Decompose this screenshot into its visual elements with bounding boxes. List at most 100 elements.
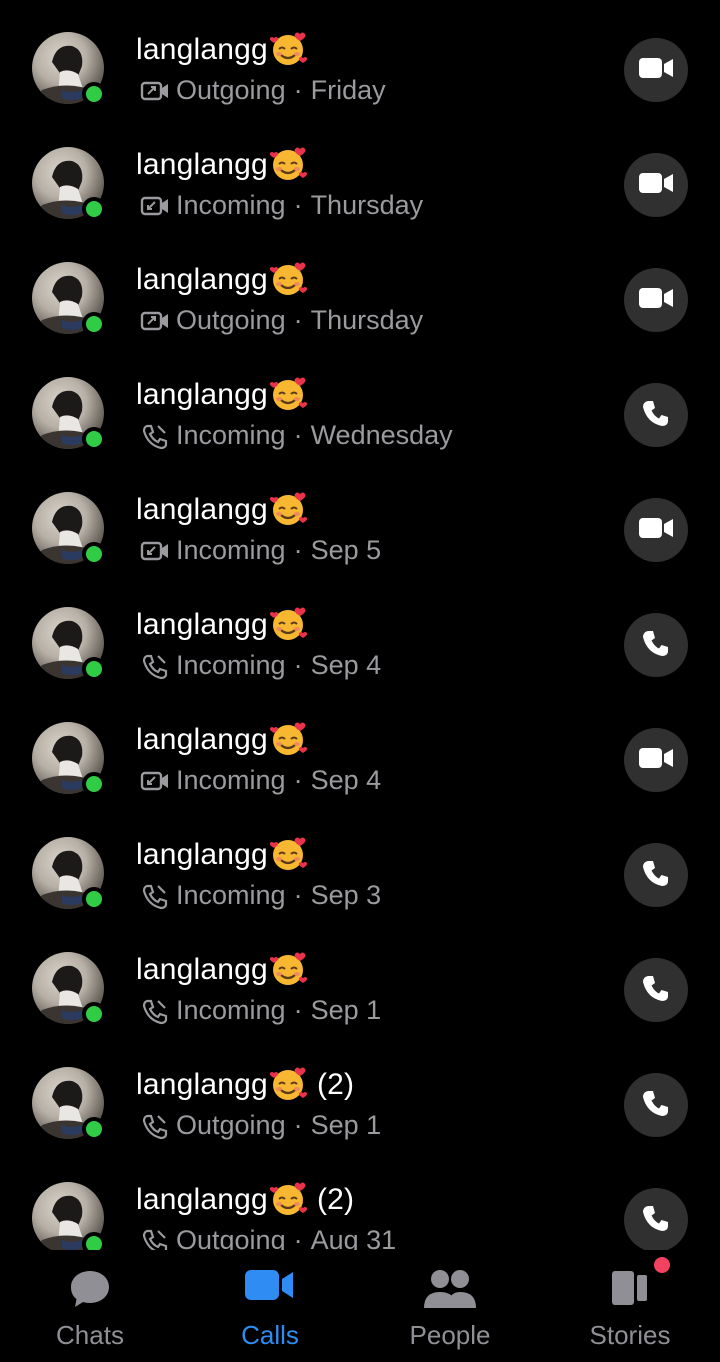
video-call-button[interactable] — [624, 728, 688, 792]
video-camera-icon — [639, 171, 673, 200]
avatar[interactable] — [32, 722, 106, 796]
call-row-3[interactable]: langlangg Incoming · Wednesday — [0, 345, 720, 460]
contact-name: langlangg — [136, 490, 309, 527]
call-row-4[interactable]: langlangg Incoming · Sep 5 — [0, 460, 720, 575]
video-call-button[interactable] — [624, 153, 688, 217]
contact-count: (2) — [316, 1183, 355, 1216]
tab-calls[interactable]: Calls — [180, 1250, 360, 1362]
separator-dot: · — [293, 995, 303, 1025]
call-direction: Outgoing — [176, 305, 286, 335]
call-details: Outgoing · Aug 31 — [140, 1225, 396, 1250]
contact-name: langlangg — [136, 375, 309, 412]
call-row-6[interactable]: langlangg Incoming · Sep 4 — [0, 690, 720, 805]
tab-stories[interactable]: Stories — [540, 1250, 720, 1362]
call-direction: Incoming — [176, 995, 286, 1025]
video-call-icon — [140, 766, 170, 796]
online-status-dot — [82, 1232, 106, 1250]
call-row-1[interactable]: langlangg Incoming · Thursday — [0, 115, 720, 230]
contact-name-text: langlangg — [136, 493, 268, 526]
call-details: Incoming · Sep 4 — [140, 765, 381, 796]
online-status-dot — [82, 772, 106, 796]
audio-call-button[interactable] — [624, 843, 688, 907]
avatar[interactable] — [32, 32, 106, 106]
online-status-dot — [82, 1117, 106, 1141]
separator-dot: · — [293, 420, 303, 450]
audio-call-button[interactable] — [624, 1073, 688, 1137]
avatar[interactable] — [32, 952, 106, 1026]
online-status-dot — [82, 1002, 106, 1026]
call-details: Outgoing · Thursday — [140, 305, 423, 336]
call-direction: Outgoing — [176, 1110, 286, 1140]
tab-label: Calls — [241, 1320, 299, 1350]
call-row-9[interactable]: langlangg (2) Outgoing · Sep 1 — [0, 1035, 720, 1150]
separator-dot: · — [293, 305, 303, 335]
audio-call-button[interactable] — [624, 383, 688, 447]
phone-call-icon — [140, 1226, 170, 1250]
call-direction: Incoming — [176, 650, 286, 680]
video-call-button[interactable] — [624, 268, 688, 332]
contact-name-text: langlangg — [136, 1068, 268, 1101]
smiling-face-with-hearts-icon — [269, 262, 308, 295]
video-call-button[interactable] — [624, 498, 688, 562]
avatar[interactable] — [32, 492, 106, 566]
smiling-face-with-hearts-icon — [269, 147, 308, 180]
avatar[interactable] — [32, 262, 106, 336]
avatar[interactable] — [32, 607, 106, 681]
call-time: Wednesday — [310, 420, 453, 450]
audio-call-button[interactable] — [624, 958, 688, 1022]
contact-name: langlangg — [136, 605, 309, 642]
call-row-10[interactable]: langlangg (2) Outgoing · Aug 31 — [0, 1150, 720, 1250]
tab-label: Chats — [56, 1320, 124, 1350]
contact-name-text: langlangg — [136, 33, 268, 66]
avatar[interactable] — [32, 837, 106, 911]
online-status-dot — [82, 312, 106, 336]
audio-call-button[interactable] — [624, 613, 688, 677]
contact-name-text: langlangg — [136, 263, 268, 296]
video-camera-icon — [639, 746, 673, 775]
video-call-button[interactable] — [624, 38, 688, 102]
smiling-face-with-hearts-icon — [269, 492, 308, 525]
contact-name: langlangg — [136, 145, 309, 182]
phone-call-icon — [140, 651, 170, 681]
call-row-8[interactable]: langlangg Incoming · Sep 1 — [0, 920, 720, 1035]
video-camera-icon — [639, 516, 673, 545]
separator-dot: · — [293, 1110, 303, 1140]
contact-name-text: langlangg — [136, 148, 268, 181]
tab-people[interactable]: People — [360, 1250, 540, 1362]
contact-name-text: langlangg — [136, 953, 268, 986]
smiling-face-with-hearts-icon — [269, 377, 308, 410]
contact-name: langlangg (2) — [136, 1065, 354, 1102]
call-time: Sep 4 — [310, 765, 382, 795]
call-direction: Incoming — [176, 190, 286, 220]
contact-name-text: langlangg — [136, 723, 268, 756]
call-details: Outgoing · Friday — [140, 75, 386, 106]
smiling-face-with-hearts-icon — [269, 722, 308, 755]
call-details: Incoming · Sep 5 — [140, 535, 381, 566]
contact-name: langlangg — [136, 835, 309, 872]
online-status-dot — [82, 542, 106, 566]
stories-icon — [608, 1268, 652, 1313]
smiling-face-with-hearts-icon — [269, 32, 308, 65]
video-camera-icon — [639, 286, 673, 315]
online-status-dot — [82, 197, 106, 221]
separator-dot: · — [293, 880, 303, 910]
video-call-icon — [140, 191, 170, 221]
phone-icon — [641, 628, 671, 663]
separator-dot: · — [293, 650, 303, 680]
avatar[interactable] — [32, 1182, 106, 1250]
avatar[interactable] — [32, 377, 106, 451]
call-row-7[interactable]: langlangg Incoming · Sep 3 — [0, 805, 720, 920]
audio-call-button[interactable] — [624, 1188, 688, 1250]
avatar[interactable] — [32, 147, 106, 221]
call-details: Incoming · Thursday — [140, 190, 423, 221]
call-row-2[interactable]: langlangg Outgoing · Thursday — [0, 230, 720, 345]
call-direction: Incoming — [176, 535, 286, 565]
separator-dot: · — [293, 1225, 303, 1250]
call-list[interactable]: langlangg Outgoing · Friday langlangg In… — [0, 0, 720, 1250]
call-row-0[interactable]: langlangg Outgoing · Friday — [0, 0, 720, 115]
tab-chats[interactable]: Chats — [0, 1250, 180, 1362]
contact-name-text: langlangg — [136, 1183, 268, 1216]
call-time: Aug 31 — [310, 1225, 397, 1250]
avatar[interactable] — [32, 1067, 106, 1141]
call-row-5[interactable]: langlangg Incoming · Sep 4 — [0, 575, 720, 690]
